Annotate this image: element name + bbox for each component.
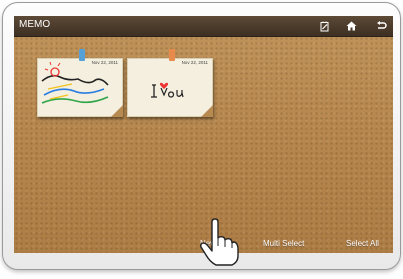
memo-edit-button[interactable]: [311, 16, 339, 36]
home-icon: [346, 21, 356, 31]
memo-note[interactable]: Nov 22, 2011: [127, 49, 213, 117]
pointing-hand-icon: [200, 218, 239, 266]
back-icon: [376, 21, 387, 29]
memo-drawing: [151, 82, 184, 98]
memo-edit-icon: [320, 21, 329, 31]
select-all-button[interactable]: Select All: [346, 239, 379, 248]
back-button[interactable]: [367, 16, 393, 36]
title-bar: MEMO: [14, 16, 393, 37]
app-title: MEMO: [19, 19, 51, 30]
memo-note[interactable]: Nov 22, 2011: [37, 49, 123, 117]
multi-select-button[interactable]: Multi Select: [263, 239, 304, 248]
memo-drawing: [41, 61, 109, 104]
home-button[interactable]: [337, 16, 365, 36]
